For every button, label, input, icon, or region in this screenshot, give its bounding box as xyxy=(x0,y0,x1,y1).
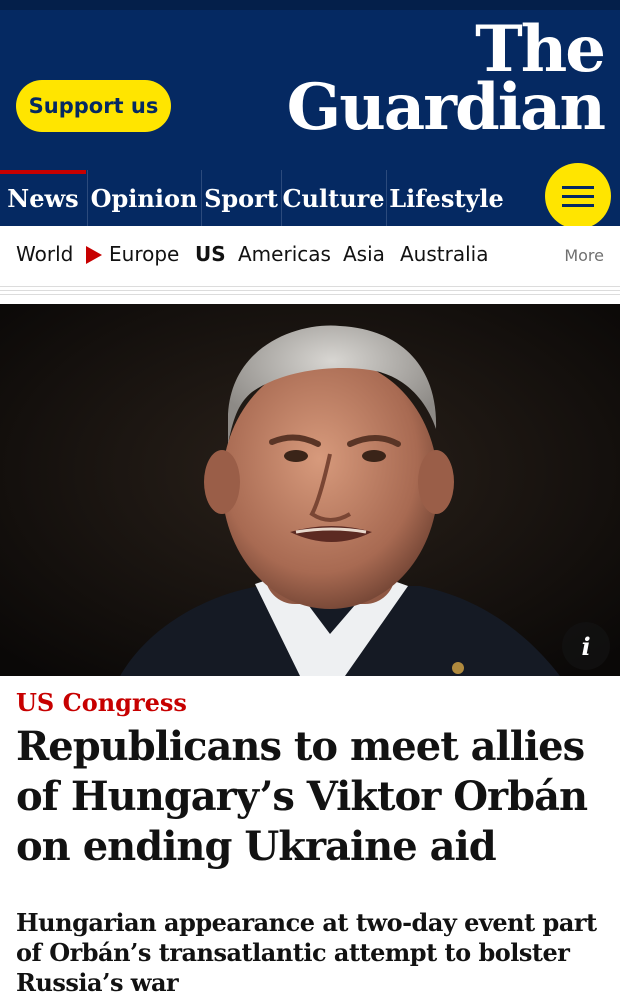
portrait-photo xyxy=(0,304,620,676)
guardian-logo[interactable]: The Guardian xyxy=(274,18,606,140)
article-standfirst: Hungarian appearance at two-day event pa… xyxy=(16,908,597,997)
subnav-asia[interactable]: Asia xyxy=(343,242,385,266)
hero-image[interactable]: i xyxy=(0,304,620,676)
subnav-australia[interactable]: Australia xyxy=(400,242,488,266)
active-indicator xyxy=(0,170,86,174)
pillar-nav: News Opinion Sport Culture Lifestyle xyxy=(0,163,620,229)
subnav-more-link[interactable]: More xyxy=(564,246,604,265)
pillar-lifestyle[interactable]: Lifestyle xyxy=(386,170,506,226)
pillar-label: Sport xyxy=(204,183,278,213)
subnav-americas[interactable]: Americas xyxy=(238,242,331,266)
pillar-label: News xyxy=(7,183,79,213)
subnav-world[interactable]: World xyxy=(16,242,73,266)
subnav-europe[interactable]: Europe xyxy=(109,242,179,266)
article-headline: Republicans to meet allies of Hungary’s … xyxy=(16,723,588,870)
logo-line-guardian: Guardian xyxy=(286,70,606,145)
subnav-us[interactable]: US xyxy=(195,242,226,266)
pillar-culture[interactable]: Culture xyxy=(281,170,385,226)
pillar-label: Lifestyle xyxy=(389,183,504,213)
pillar-opinion[interactable]: Opinion xyxy=(87,170,200,226)
menu-bar xyxy=(562,185,594,189)
hamburger-menu-icon[interactable] xyxy=(545,163,611,229)
article-kicker[interactable]: US Congress xyxy=(16,688,187,717)
masthead: Support us The Guardian xyxy=(0,0,620,170)
divider xyxy=(0,294,620,295)
pillar-label: Culture xyxy=(282,183,385,213)
pillar-label: Opinion xyxy=(90,183,198,213)
pillar-sport[interactable]: Sport xyxy=(201,170,280,226)
pillar-news[interactable]: News xyxy=(0,170,86,226)
image-info-icon[interactable]: i xyxy=(562,622,610,670)
support-us-button[interactable]: Support us xyxy=(16,80,171,132)
section-subnav: World Europe US Americas Asia Australia … xyxy=(0,226,620,284)
menu-bar xyxy=(562,203,594,207)
menu-bar xyxy=(562,194,594,198)
status-strip xyxy=(0,0,620,10)
triangle-right-icon xyxy=(86,246,102,264)
divider xyxy=(0,290,620,291)
divider xyxy=(0,286,620,287)
